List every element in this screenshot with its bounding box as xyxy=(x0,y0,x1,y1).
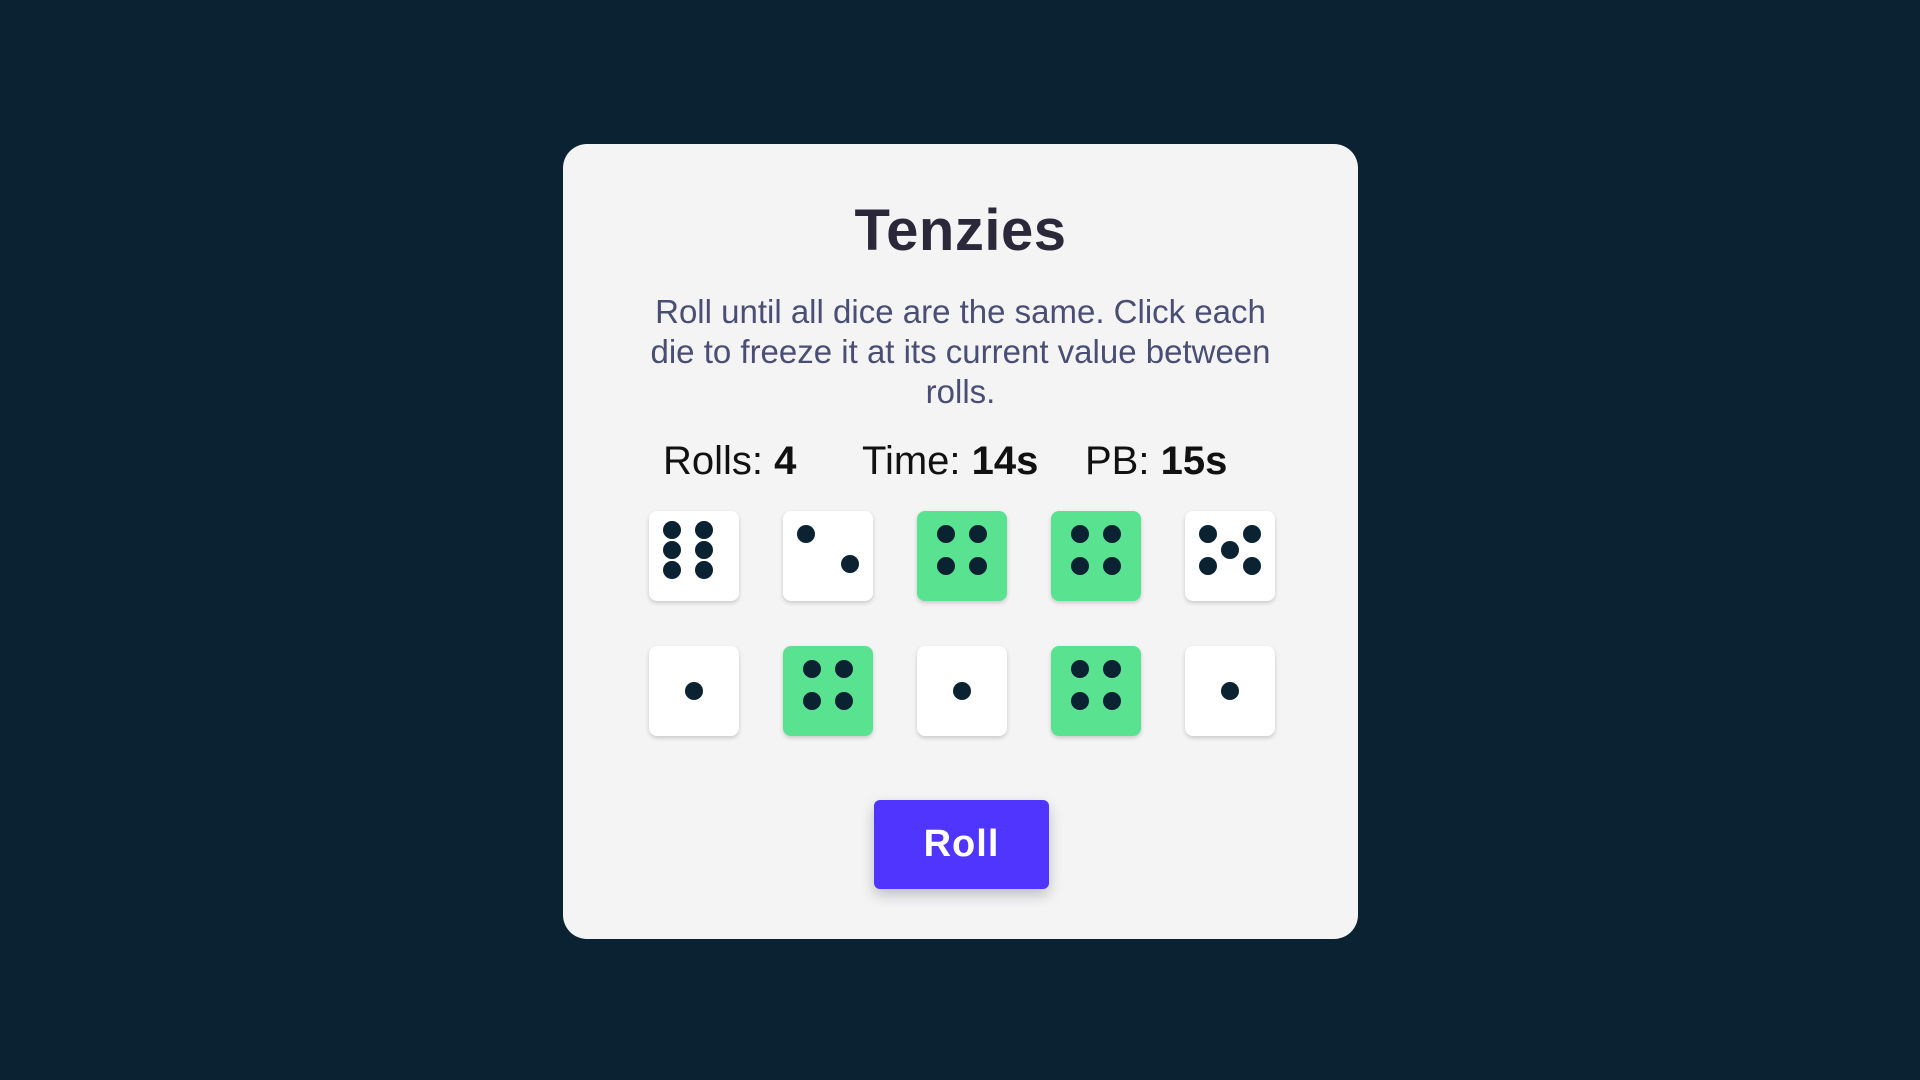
die-pip xyxy=(1103,660,1121,678)
rolls-value: 4 xyxy=(774,439,797,483)
rolls-label: Rolls: xyxy=(663,439,764,483)
die-pip xyxy=(835,692,853,710)
die-pip xyxy=(663,541,681,559)
die-pip xyxy=(1071,660,1089,678)
rolls-stat: Rolls: 4 xyxy=(663,436,796,486)
die-pip xyxy=(1221,682,1239,700)
pb-stat: PB: 15s xyxy=(1085,436,1227,486)
die[interactable] xyxy=(783,511,873,601)
time-label: Time: xyxy=(862,439,961,483)
die[interactable] xyxy=(649,511,739,601)
time-value: 14s xyxy=(971,439,1039,483)
time-stat: Time: 14s xyxy=(862,436,1038,486)
die[interactable] xyxy=(917,511,1007,601)
pb-value: 15s xyxy=(1160,439,1228,483)
die-pip xyxy=(663,521,681,539)
dice-grid xyxy=(649,511,1275,736)
instructions-block: Roll until all dice are the same. Click … xyxy=(563,292,1358,412)
die-pip xyxy=(803,692,821,710)
die-pip xyxy=(969,557,987,575)
die-pip xyxy=(841,555,859,573)
die-pip xyxy=(1243,525,1261,543)
die[interactable] xyxy=(1185,646,1275,736)
instructions-text: Roll until all dice are the same. Click … xyxy=(650,293,1271,410)
die-pip xyxy=(1103,525,1121,543)
die[interactable] xyxy=(1051,511,1141,601)
die-pip xyxy=(1103,692,1121,710)
die-pip xyxy=(695,561,713,579)
stats-bar: Rolls: 4 Time: 14s PB: 15s xyxy=(563,436,1358,486)
die-pip xyxy=(835,660,853,678)
die-pip xyxy=(1071,692,1089,710)
die-pip xyxy=(803,660,821,678)
die-pip xyxy=(1199,557,1217,575)
die-pip xyxy=(695,521,713,539)
die-pip xyxy=(1221,541,1239,559)
die[interactable] xyxy=(917,646,1007,736)
die[interactable] xyxy=(1185,511,1275,601)
die-pip xyxy=(797,525,815,543)
game-title: Tenzies xyxy=(854,198,1067,263)
die-pip xyxy=(695,541,713,559)
die-pip xyxy=(1071,557,1089,575)
die-pip xyxy=(953,682,971,700)
die[interactable] xyxy=(783,646,873,736)
die-pip xyxy=(1199,525,1217,543)
pb-label: PB: xyxy=(1085,439,1150,483)
game-card: Tenzies Roll until all dice are the same… xyxy=(563,144,1358,939)
die-pip xyxy=(663,561,681,579)
die-pip xyxy=(1071,525,1089,543)
die[interactable] xyxy=(649,646,739,736)
die[interactable] xyxy=(1051,646,1141,736)
die-pip xyxy=(685,682,703,700)
die-pip xyxy=(1243,557,1261,575)
die-pip xyxy=(937,557,955,575)
die-pip xyxy=(1103,557,1121,575)
die-pip xyxy=(969,525,987,543)
die-pip xyxy=(937,525,955,543)
roll-button[interactable]: Roll xyxy=(874,800,1049,889)
